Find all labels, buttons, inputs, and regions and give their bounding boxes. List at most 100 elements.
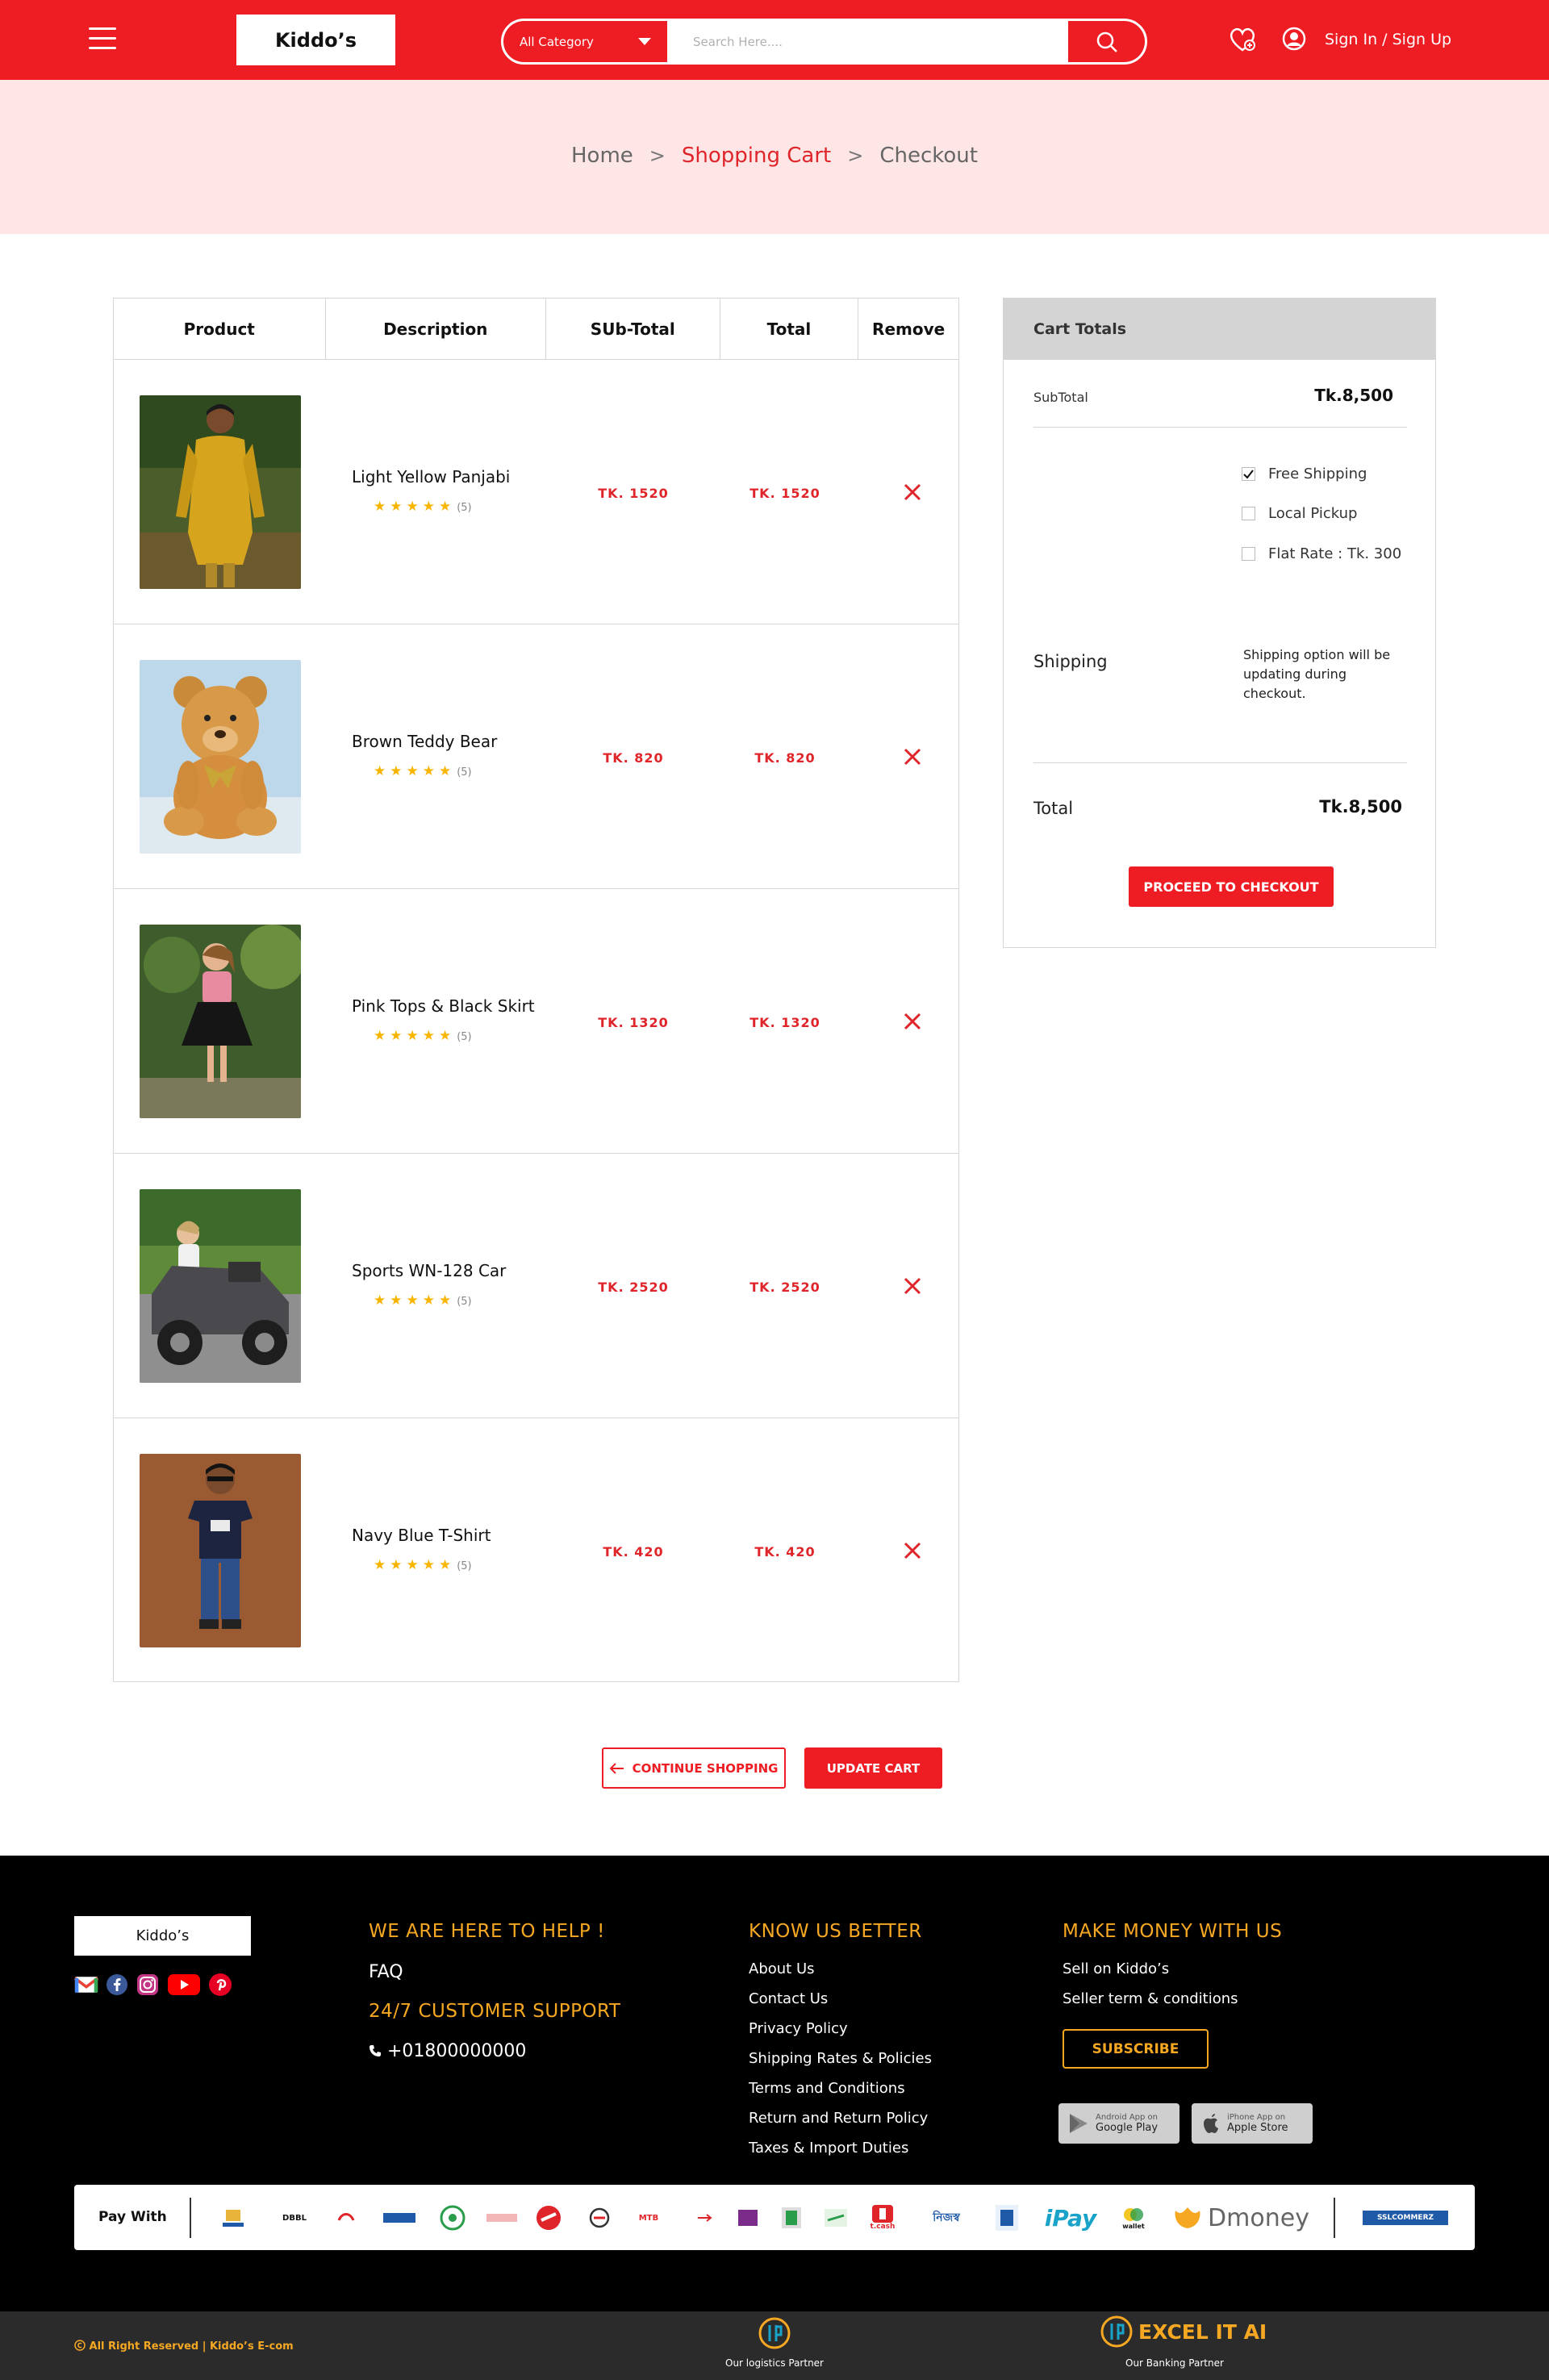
product-image-navy-tshirt[interactable] — [140, 1454, 301, 1647]
row-subtotal: TK. 1520 — [598, 486, 669, 501]
tcash-logo: t.cash — [866, 2205, 899, 2231]
google-play-icon — [1070, 2114, 1088, 2133]
product-image-teddy-bear[interactable] — [140, 660, 301, 854]
footer-link-privacy[interactable]: Privacy Policy — [749, 2020, 848, 2037]
logistics-caption: Our logistics Partner — [725, 2357, 824, 2369]
checkbox[interactable] — [1242, 547, 1255, 561]
product-image-ride-on-car[interactable] — [140, 1189, 301, 1383]
header-product: Product — [114, 299, 326, 359]
bank-logo-icon — [435, 2205, 470, 2231]
shipping-option-flat-rate[interactable]: Flat Rate : Tk. 300 — [1242, 545, 1401, 562]
header-description: Description — [326, 299, 546, 359]
banking-brand: EXCEL IT AI — [1138, 2319, 1267, 2344]
product-name[interactable]: Light Yellow Panjabi — [352, 467, 510, 486]
continue-shopping-label: CONTINUE SHOPPING — [632, 1760, 779, 1776]
row-total: TK. 1520 — [749, 486, 820, 501]
divider — [1334, 2198, 1335, 2238]
user-icon[interactable] — [1281, 26, 1307, 53]
copyright: All Right Reserved | Kiddo’s E-com — [74, 2340, 294, 2353]
nagad-label: নিজস্ব — [933, 2211, 960, 2224]
sign-in-link[interactable]: Sign In / Sign Up — [1325, 31, 1451, 48]
shipping-option-local-pickup[interactable]: Local Pickup — [1242, 505, 1357, 522]
update-cart-button[interactable]: UPDATE CART — [804, 1747, 942, 1789]
footer-link-about[interactable]: About Us — [749, 1960, 815, 1977]
copyright-text: All Right Reserved | Kiddo’s E-com — [89, 2340, 294, 2353]
product-image-yellow-panjabi[interactable] — [140, 395, 301, 589]
category-select[interactable]: All Category — [503, 21, 669, 62]
youtube-icon[interactable] — [166, 1973, 202, 1997]
apple-store-text: iPhone App on Apple Store — [1227, 2113, 1288, 2134]
checkbox[interactable] — [1242, 507, 1255, 520]
header-subtotal: SUb-Total — [546, 299, 720, 359]
subtotal-value: Tk.8,500 — [1314, 386, 1393, 405]
proceed-to-checkout-button[interactable]: PROCEED TO CHECKOUT — [1129, 866, 1334, 907]
gmail-icon[interactable] — [74, 1973, 98, 1997]
site-logo[interactable]: Kiddo’s — [236, 15, 395, 65]
arrow-left-icon — [609, 1762, 624, 1774]
remove-item-button[interactable] — [900, 1009, 925, 1033]
instagram-icon[interactable] — [136, 1973, 160, 1997]
continue-shopping-button[interactable]: CONTINUE SHOPPING — [602, 1747, 786, 1789]
checkmark-icon — [1243, 470, 1254, 479]
pinterest-icon[interactable] — [208, 1973, 232, 1997]
close-icon — [904, 483, 921, 501]
total-label: Total — [1033, 799, 1074, 818]
support-heading: 24/7 CUSTOMER SUPPORT — [369, 2001, 621, 2022]
footer-link-terms[interactable]: Terms and Conditions — [749, 2080, 905, 2097]
search-button[interactable] — [1068, 21, 1145, 62]
sslcommerz-logo: SSLCOMMERZ — [1363, 2205, 1448, 2231]
checkbox-checked[interactable] — [1242, 467, 1255, 481]
breadcrumb-shopping-cart[interactable]: Shopping Cart — [682, 144, 831, 168]
rating-stars: ★★★★★ (5) — [374, 499, 472, 515]
wishlist-icon[interactable] — [1228, 26, 1257, 53]
bank-logo-icon — [995, 2205, 1019, 2231]
remove-item-button[interactable] — [900, 1539, 925, 1563]
remove-item-button[interactable] — [900, 1274, 925, 1298]
help-heading: WE ARE HERE TO HELP ! — [369, 1921, 605, 1942]
footer-link-seller-terms[interactable]: Seller term & conditions — [1063, 1990, 1238, 2007]
shipping-option-label: Flat Rate : Tk. 300 — [1268, 545, 1402, 562]
support-phone[interactable]: +01800000000 — [369, 2041, 526, 2061]
product-image-pink-top-skirt[interactable] — [140, 925, 301, 1118]
footer-link-contact[interactable]: Contact Us — [749, 1990, 828, 2007]
google-play-button[interactable]: Android App on Google Play — [1058, 2103, 1179, 2144]
footer-link-taxes[interactable]: Taxes & Import Duties — [749, 2140, 908, 2157]
rating-stars: ★★★★★ (5) — [374, 763, 472, 779]
remove-item-button[interactable] — [900, 480, 925, 504]
search-icon — [1096, 31, 1117, 52]
menu-icon[interactable] — [89, 27, 116, 52]
search-bar: All Category — [501, 19, 1147, 65]
rating-stars: ★★★★★ (5) — [374, 1557, 472, 1573]
star-icons: ★★★★★ — [374, 499, 456, 515]
google-play-text: Android App on Google Play — [1096, 2113, 1158, 2134]
product-name[interactable]: Brown Teddy Bear — [352, 732, 497, 751]
product-name[interactable]: Navy Blue T-Shirt — [352, 1526, 491, 1545]
subscribe-button[interactable]: SUBSCRIBE — [1063, 2029, 1209, 2069]
facebook-icon[interactable] — [105, 1973, 129, 1997]
apple-store-top: iPhone App on — [1227, 2113, 1286, 2122]
product-name[interactable]: Sports WN-128 Car — [352, 1261, 506, 1280]
bank-logo-icon — [334, 2205, 358, 2231]
breadcrumb-home[interactable]: Home — [571, 144, 633, 168]
faq-link[interactable]: FAQ — [369, 1962, 403, 1982]
close-icon — [904, 1013, 921, 1030]
review-count: (5) — [457, 1031, 472, 1043]
top-header: Kiddo’s All Category Sign In / Sign Up — [0, 0, 1549, 80]
footer-logo[interactable]: Kiddo’s — [74, 1916, 251, 1956]
shipping-option-free[interactable]: Free Shipping — [1242, 466, 1367, 482]
bank-logo-icon — [535, 2205, 562, 2231]
remove-item-button[interactable] — [900, 745, 925, 769]
dbbl-label: DBBL — [282, 2213, 307, 2223]
footer-link-sell[interactable]: Sell on Kiddo’s — [1063, 1960, 1169, 1977]
product-name[interactable]: Pink Tops & Black Skirt — [352, 996, 535, 1016]
apple-store-button[interactable]: iPhone App on Apple Store — [1192, 2103, 1313, 2144]
footer-link-shipping[interactable]: Shipping Rates & Policies — [749, 2050, 932, 2067]
cart-row: Brown Teddy Bear ★★★★★ (5) TK. 820 TK. 82… — [114, 624, 958, 889]
search-input[interactable] — [669, 21, 1068, 62]
cart-row: Sports WN-128 Car ★★★★★ (5) TK. 2520 TK. … — [114, 1154, 958, 1418]
copyright-icon — [74, 2340, 86, 2351]
nagad-logo: নিজস্ব — [921, 2205, 972, 2231]
footer-link-returns[interactable]: Return and Return Policy — [749, 2110, 928, 2127]
shipping-option-label: Local Pickup — [1268, 505, 1358, 522]
shipping-note: Shipping option will be updating during … — [1243, 647, 1391, 701]
